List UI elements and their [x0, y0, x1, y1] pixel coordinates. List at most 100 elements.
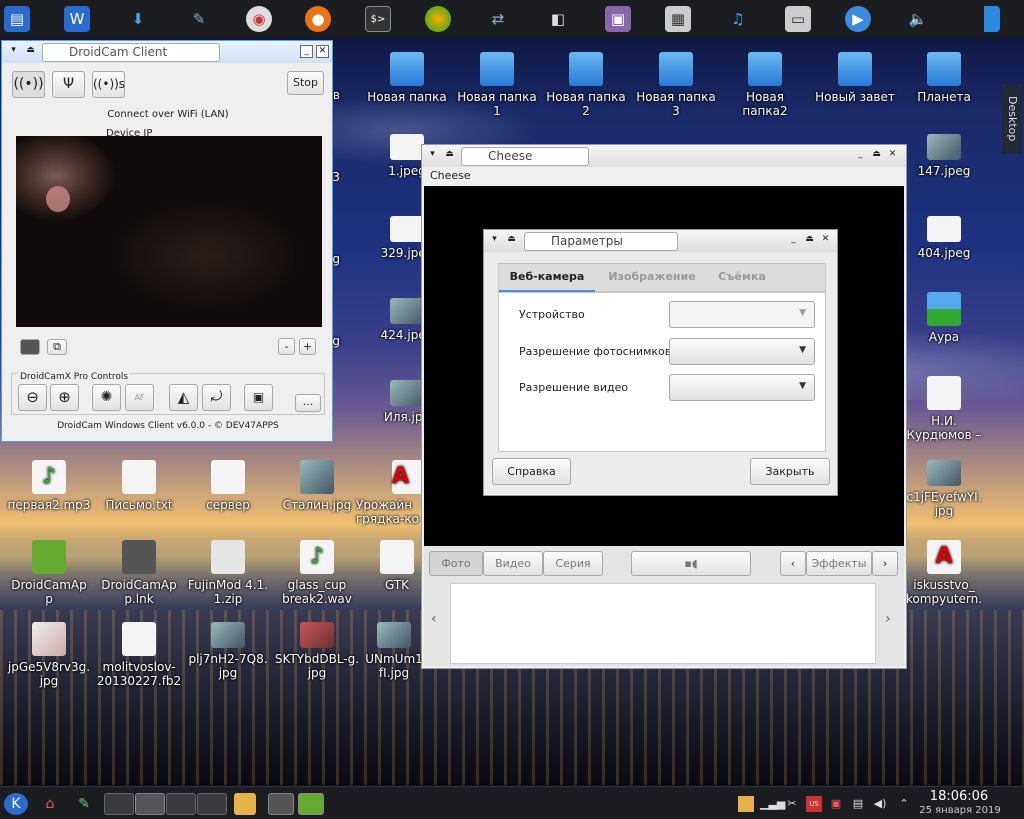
task-droidcam-icon[interactable] [298, 793, 324, 815]
desktop-icon-image[interactable]: 404.jpeg [901, 216, 987, 260]
preferences-titlebar[interactable]: ▾ ⏏ Параметры _ ⏏ ✕ [484, 230, 837, 252]
network-error-icon[interactable]: ▣ [828, 796, 844, 812]
desktop-icon-image[interactable]: SKTYbdDBL-g. jpg [274, 622, 360, 680]
package-task-icon[interactable] [234, 793, 256, 815]
display-icon[interactable]: ▤ [850, 796, 866, 812]
task-cheese-icon[interactable] [268, 793, 294, 815]
desktop-icon-ebook[interactable]: molitvoslov- 20130227.fb2 [96, 622, 182, 688]
copy-button[interactable]: ⧉ [47, 339, 67, 355]
desktop-icon-folder[interactable]: Новый завет [812, 52, 898, 104]
writer-icon[interactable]: W [64, 6, 90, 32]
pager-desktop-1[interactable] [104, 793, 134, 815]
close-button[interactable]: ✕ [316, 45, 329, 58]
home-icon[interactable]: ⌂ [38, 793, 62, 815]
video-resolution-select[interactable]: ▼ [669, 374, 815, 401]
desktop-icon-image[interactable]: Аура [901, 292, 987, 344]
tab-webcam[interactable]: Веб-камера [499, 264, 595, 292]
cheese-app-menu[interactable]: Cheese [430, 169, 471, 182]
effects-next-button[interactable]: › [872, 551, 898, 576]
desktop-icon-text[interactable]: сервер [185, 460, 271, 512]
photo-resolution-select[interactable]: ▼ [669, 338, 815, 365]
help-button[interactable]: Справка [492, 458, 571, 485]
desktop-icon-image[interactable]: c1jFEyefwYI. jpg [901, 460, 987, 518]
minimize-button[interactable]: _ [854, 149, 867, 162]
effects-button[interactable]: Эффекты [806, 551, 872, 576]
desktop-icon-pdf[interactable]: A Урожайн грядка-ко [356, 460, 426, 526]
network-icon[interactable]: ⇄ [485, 6, 511, 32]
rotate-button[interactable]: ⤾ [202, 384, 231, 411]
keep-above-icon[interactable]: ⏏ [505, 234, 518, 247]
editor-icon[interactable]: ✎ [186, 6, 212, 32]
wifi-server-button[interactable]: ((•))s [92, 71, 125, 98]
tray-notes-icon[interactable] [738, 796, 754, 812]
desktop-icon-text[interactable]: Письмо.txt [96, 460, 182, 512]
signal-icon[interactable]: ▁▃▅ [760, 796, 785, 812]
thumbnail-strip[interactable] [450, 583, 876, 664]
desktop-icon-text[interactable]: GTK [372, 540, 422, 592]
scissors-icon[interactable]: ✂ [784, 796, 800, 812]
flash-button[interactable]: ✺ [92, 384, 121, 411]
capture-button[interactable]: ▪◖ [631, 551, 751, 576]
audio-icon[interactable]: ♫ [725, 6, 751, 32]
tab-image[interactable]: Изображение [603, 264, 701, 292]
desktop-icon-folder[interactable]: Новая папка 1 [454, 52, 540, 118]
zoom-in-button[interactable]: ⊕ [50, 384, 79, 411]
desktop-icon-image[interactable]: Сталин.jpg [274, 460, 360, 512]
volume-icon[interactable]: 🔈 [905, 6, 931, 32]
terminal-icon[interactable]: $> [365, 6, 391, 32]
device-select[interactable]: ▼ [669, 301, 815, 328]
pager-desktop-2[interactable] [135, 793, 165, 815]
droidcam-titlebar[interactable]: ▾ ⏏ DroidCam Client _ ✕ [2, 41, 332, 63]
tab-photo[interactable]: Фото [429, 551, 483, 576]
desktop-icon-archive[interactable]: FujinMod 4.1. 1.zip [185, 540, 271, 606]
player-icon[interactable]: ▶ [845, 6, 871, 32]
desktop-icon-image[interactable]: jpGe5V8rv3g. jpg [6, 622, 92, 688]
desktop-icon-shortcut[interactable]: DroidCamAp p.lnk [96, 540, 182, 606]
desktop-icon-image[interactable]: UNmUm1 fI.jpg [364, 622, 424, 680]
firefox-icon[interactable]: ● [305, 6, 331, 32]
close-button[interactable]: ✕ [819, 234, 832, 247]
window-menu-icon[interactable]: ▾ [7, 45, 20, 58]
minimize-button[interactable]: _ [300, 45, 313, 58]
hd-button[interactable]: ▣ [244, 384, 273, 411]
thumbnails-prev-icon[interactable]: ‹ [431, 611, 437, 627]
disc-burner-icon[interactable]: ◉ [246, 6, 272, 32]
maximize-button[interactable]: ⏏ [870, 149, 883, 162]
desktop-icon-audio[interactable]: ♪ glass_cup break2.wav [274, 540, 360, 606]
desktop-icon-apk[interactable]: DroidCamAp p [6, 540, 92, 606]
clock-date[interactable]: 25 января 2019 [916, 805, 1004, 816]
usb-mode-button[interactable]: Ψ [52, 71, 85, 98]
package-icon[interactable]: ▣ [605, 6, 631, 32]
color-wheel-icon[interactable] [425, 6, 451, 32]
monitor-icon[interactable]: ▭ [785, 6, 811, 32]
window-menu-icon[interactable]: ▾ [488, 234, 501, 247]
minimize-button[interactable]: _ [787, 234, 800, 247]
cheese-titlebar[interactable]: ▾ ⏏ Cheese _ ⏏ ✕ [422, 145, 906, 167]
keep-above-icon[interactable]: ⏏ [443, 149, 456, 162]
desktop-icon-image[interactable]: 147.jpeg [901, 134, 987, 178]
tab-video[interactable]: Видео [483, 551, 543, 576]
stop-button[interactable]: Stop [287, 71, 324, 95]
effects-prev-button[interactable]: ‹ [780, 551, 806, 576]
desktop-icon-folder[interactable]: Новая папка [364, 52, 450, 104]
pager-desktop-3[interactable] [166, 793, 196, 815]
close-dialog-button[interactable]: Закрыть [750, 458, 830, 485]
expand-tray-icon[interactable]: ⌃ [896, 796, 912, 812]
picture-icon[interactable]: ▦ [665, 6, 691, 32]
desktop-side-tab[interactable]: Desktop [1002, 84, 1022, 154]
kde-menu-icon[interactable]: K [4, 793, 28, 815]
desktop-icon-audio[interactable]: ♪ первая2.mp3 [6, 460, 92, 512]
clock-time[interactable]: 18:06:06 [922, 789, 996, 804]
keyboard-layout-icon[interactable]: US [806, 796, 822, 812]
zoom-plus-button[interactable]: + [299, 338, 316, 355]
tab-burst[interactable]: Серия [543, 551, 603, 576]
desktop-icon-document[interactable]: Н.И. Курдюмов – [901, 376, 987, 442]
maximize-button[interactable]: ⏏ [803, 234, 816, 247]
zoom-minus-button[interactable]: - [278, 338, 295, 355]
pager-desktop-4[interactable] [197, 793, 227, 815]
thumbnails-next-icon[interactable]: › [885, 611, 891, 627]
document-icon[interactable]: ▤ [4, 6, 30, 32]
more-button[interactable]: ... [295, 394, 321, 412]
volume-icon[interactable]: ◀) [872, 796, 888, 812]
media-icon[interactable]: ◧ [545, 6, 571, 32]
